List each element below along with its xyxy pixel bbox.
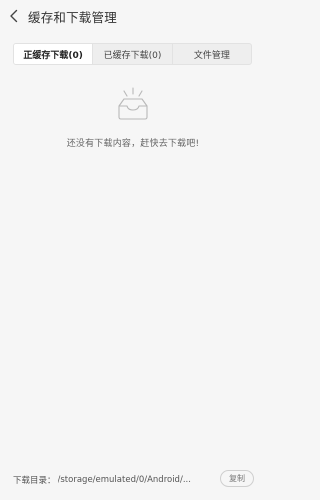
empty-inbox-icon <box>118 87 148 120</box>
copy-button[interactable]: 复制 <box>220 470 254 487</box>
page-title: 缓存和下载管理 <box>28 9 117 25</box>
chevron-left-icon <box>10 9 18 23</box>
download-tabs: 正缓存下载(0) 已缓存下载(0) 文件管理 <box>13 43 252 65</box>
tab-downloaded[interactable]: 已缓存下载(0) <box>93 44 173 64</box>
tab-downloading[interactable]: 正缓存下载(0) <box>14 44 94 64</box>
header-bar: 缓存和下载管理 <box>0 0 266 32</box>
back-button[interactable] <box>0 0 28 32</box>
download-manager-screen: 缓存和下载管理 正缓存下载(0) 已缓存下载(0) 文件管理 还没有下载内容，赶… <box>0 0 266 500</box>
download-directory-path: /storage/emulated/0/Android/... <box>57 475 191 485</box>
empty-state: 还没有下载内容，赶快去下载吧! <box>0 86 266 149</box>
tab-file-management[interactable]: 文件管理 <box>173 44 251 64</box>
empty-message: 还没有下载内容，赶快去下载吧! <box>66 139 200 149</box>
download-directory-label: 下载目录： <box>13 476 56 486</box>
download-directory-bar: 下载目录： /storage/emulated/0/Android/... 复制 <box>0 460 266 500</box>
